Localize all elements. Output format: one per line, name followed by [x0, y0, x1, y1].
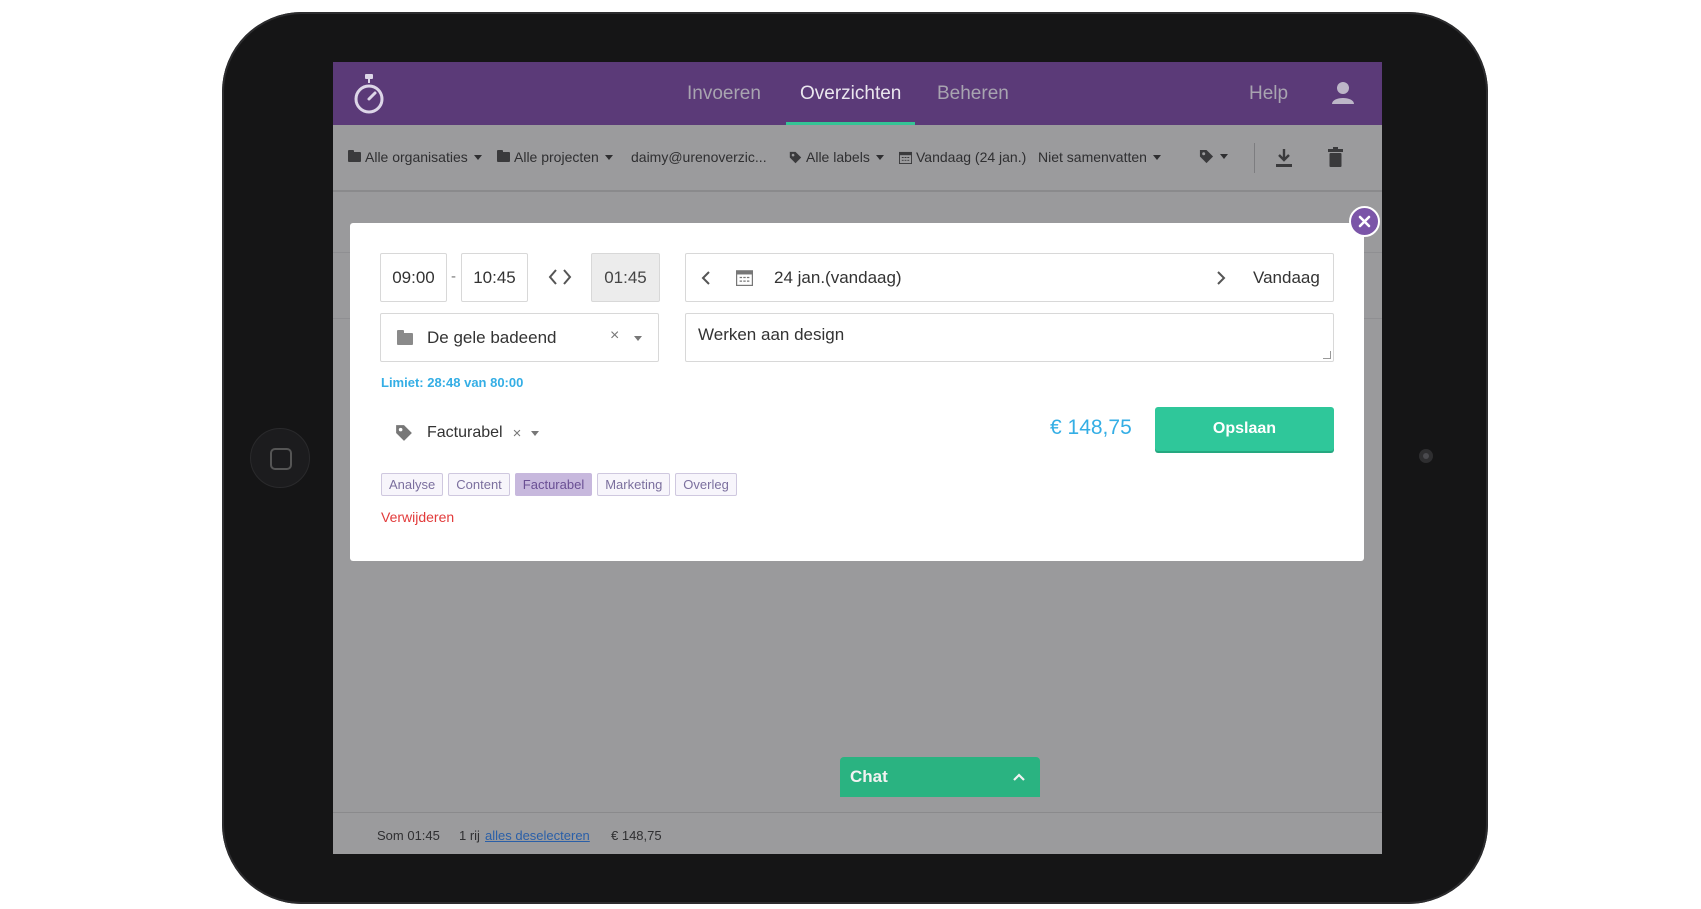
- tab-overzichten[interactable]: Overzichten: [785, 62, 916, 125]
- status-bar: Som 01:45 1 rij alles deselecteren € 148…: [333, 812, 1382, 854]
- tag-chip-marketing[interactable]: Marketing: [597, 473, 671, 496]
- caret-down-icon: [604, 154, 613, 160]
- tag-action[interactable]: [1199, 149, 1228, 164]
- project-limit: Limiet: 28:48 van 80:00: [381, 375, 524, 390]
- tab-beheren[interactable]: Beheren: [937, 62, 1009, 125]
- help-link[interactable]: Help: [1249, 62, 1288, 125]
- close-icon: [1358, 215, 1371, 228]
- caret-down-icon[interactable]: [531, 430, 540, 436]
- entry-price: € 148,75: [1050, 416, 1132, 439]
- clear-tag-button[interactable]: ×: [513, 425, 522, 442]
- close-modal-button[interactable]: [1349, 206, 1380, 237]
- delete-link[interactable]: Verwijderen: [381, 509, 454, 525]
- date-picker: 24 jan.(vandaag) Vandaag: [685, 253, 1334, 302]
- projects-filter[interactable]: Alle projecten: [497, 149, 613, 165]
- caret-down-icon: [473, 154, 482, 160]
- end-time-input[interactable]: 10:45: [461, 253, 528, 302]
- summarize-filter[interactable]: Niet samenvatten: [1038, 149, 1161, 165]
- organisations-filter[interactable]: Alle organisaties: [348, 149, 482, 165]
- chat-widget[interactable]: Chat: [840, 757, 1040, 797]
- description-textarea[interactable]: Werken aan design: [685, 313, 1334, 362]
- tag-select[interactable]: Facturabel ×: [395, 421, 540, 445]
- date-value[interactable]: 24 jan.(vandaag): [774, 268, 902, 288]
- start-time-input[interactable]: 09:00: [380, 253, 447, 302]
- chevron-left-icon[interactable]: [700, 270, 712, 286]
- tag-icon: [396, 425, 412, 441]
- tag-chip-overleg[interactable]: Overleg: [675, 473, 737, 496]
- tag-value: Facturabel: [427, 424, 503, 441]
- deselect-all-link[interactable]: alles deselecteren: [485, 828, 590, 843]
- filter-toolbar: Alle organisaties Alle projecten daimy@u…: [333, 125, 1382, 192]
- project-select[interactable]: De gele badeend ×: [380, 313, 659, 362]
- clear-project-button[interactable]: ×: [610, 327, 619, 345]
- stopwatch-icon[interactable]: [349, 72, 389, 116]
- folder-icon: [397, 330, 413, 345]
- today-button[interactable]: Vandaag: [1253, 268, 1320, 288]
- camera: [1419, 449, 1433, 463]
- sum-label: Som 01:45: [377, 828, 440, 843]
- time-separator: -: [451, 268, 456, 285]
- date-filter[interactable]: Vandaag (24 jan.): [899, 149, 1026, 165]
- save-button[interactable]: Opslaan: [1155, 407, 1334, 451]
- folder-icon: [497, 150, 510, 162]
- home-button: [250, 428, 310, 488]
- duration-input[interactable]: 01:45: [591, 253, 660, 302]
- user-icon[interactable]: [1331, 81, 1355, 105]
- caret-down-icon[interactable]: [634, 336, 642, 341]
- row-count: 1 rij: [459, 828, 480, 843]
- toolbar-divider: [1254, 143, 1255, 173]
- caret-down-icon: [1220, 154, 1228, 159]
- tag-chip-analyse[interactable]: Analyse: [381, 473, 444, 496]
- resize-handle[interactable]: [1323, 351, 1331, 359]
- calendar-icon: [899, 151, 912, 164]
- chevron-up-icon: [1013, 773, 1025, 781]
- trash-icon[interactable]: [1328, 147, 1343, 167]
- tag-chip-facturabel[interactable]: Facturabel: [514, 473, 593, 496]
- tag-chips: Analyse Content Facturabel Marketing Ove…: [381, 473, 737, 496]
- total-amount: € 148,75: [611, 828, 662, 843]
- tag-icon: [1199, 149, 1214, 164]
- caret-down-icon: [1152, 154, 1161, 160]
- download-icon[interactable]: [1275, 148, 1293, 168]
- caret-down-icon: [875, 154, 884, 160]
- top-navigation: Invoeren Overzichten Beheren Help: [333, 62, 1382, 125]
- folder-icon: [348, 150, 361, 162]
- description-value: Werken aan design: [698, 325, 845, 344]
- user-filter[interactable]: daimy@urenoverzic...: [631, 149, 767, 165]
- chevron-right-icon[interactable]: [1215, 270, 1227, 286]
- project-value: De gele badeend: [427, 328, 557, 347]
- chat-label: Chat: [850, 767, 888, 786]
- tab-invoeren[interactable]: Invoeren: [687, 62, 761, 125]
- calendar-icon[interactable]: [736, 269, 753, 286]
- swap-arrows-icon[interactable]: [547, 266, 573, 288]
- tag-icon: [789, 151, 802, 163]
- tag-chip-content[interactable]: Content: [448, 473, 510, 496]
- labels-filter[interactable]: Alle labels: [789, 149, 884, 165]
